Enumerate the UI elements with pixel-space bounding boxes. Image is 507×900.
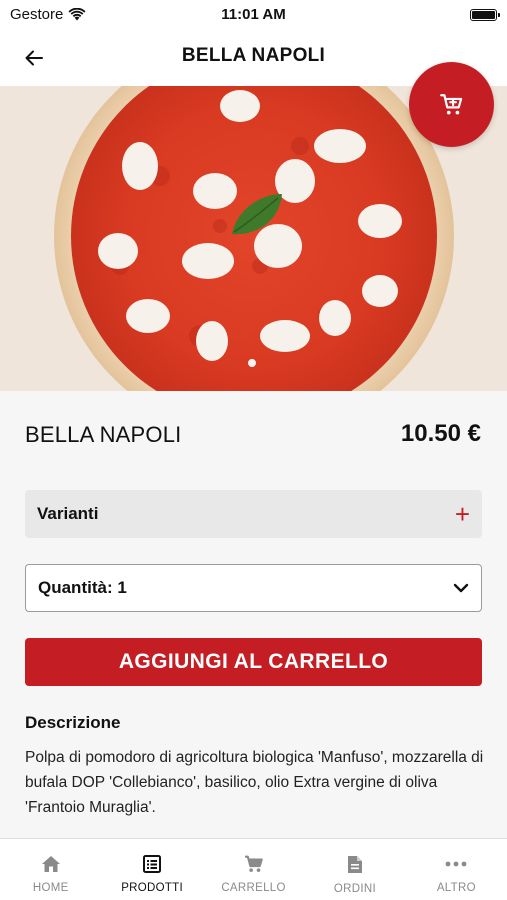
tab-ordini-label: ORDINI: [333, 883, 376, 895]
home-icon: [41, 856, 60, 872]
page-title: BELLA NAPOLI: [181, 45, 326, 66]
cart-fab-button[interactable]: [409, 62, 494, 147]
description-title: Descrizione: [25, 713, 121, 732]
tab-altro-label: ALTRO: [436, 882, 476, 894]
document-icon: [347, 856, 362, 873]
tab-altro[interactable]: ALTRO: [406, 839, 507, 900]
description-text: Polpa di pomodoro di agricoltura biologi…: [25, 749, 484, 816]
status-time: 11:01 AM: [221, 6, 286, 23]
quantity-label: Quantità: 1: [38, 578, 127, 597]
product-name: BELLA NAPOLI: [25, 422, 182, 447]
tab-carrello-label: CARRELLO: [221, 882, 286, 894]
chevron-down-icon: [453, 583, 469, 593]
tab-bar: HOME PRODOTTI CARRELLO ORDINI ALTRO: [0, 838, 507, 900]
carousel-indicator[interactable]: [248, 359, 256, 367]
list-icon: [143, 855, 162, 873]
tab-home[interactable]: HOME: [0, 839, 101, 900]
tab-prodotti[interactable]: PRODOTTI: [101, 839, 202, 900]
plus-icon: +: [454, 499, 470, 529]
cart-icon: [439, 93, 462, 114]
tab-home-label: HOME: [32, 882, 69, 894]
tab-carrello[interactable]: CARRELLO: [203, 839, 304, 900]
variants-accordion[interactable]: Varianti +: [25, 490, 482, 538]
tab-prodotti-label: PRODOTTI: [121, 882, 184, 894]
variants-label: Varianti: [37, 504, 99, 523]
status-bar: Gestore 11:01 AM: [0, 0, 507, 30]
product-price: 10.50 €: [400, 420, 481, 447]
more-icon: [445, 861, 467, 867]
quantity-select[interactable]: Quantità: 1: [25, 564, 482, 612]
battery-icon: [470, 9, 500, 21]
add-to-cart-button[interactable]: AGGIUNGI AL CARRELLO: [25, 638, 482, 686]
tab-ordini[interactable]: ORDINI: [304, 839, 405, 900]
cart-icon: [244, 855, 263, 872]
